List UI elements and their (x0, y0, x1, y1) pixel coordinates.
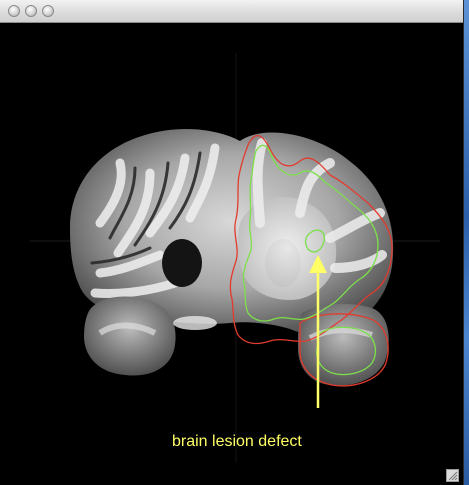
image-viewer-window: brain lesion defect (0, 0, 464, 485)
brain-mri-image (30, 53, 440, 463)
temporal-lobe-left (84, 296, 176, 376)
window-titlebar[interactable] (0, 0, 463, 23)
left-ventricle (162, 239, 202, 287)
minimize-button[interactable] (25, 5, 37, 17)
brainstem-highlight (173, 316, 217, 330)
zoom-button[interactable] (42, 5, 54, 17)
close-button[interactable] (8, 5, 20, 17)
resize-grip-icon[interactable] (446, 469, 459, 482)
mri-viewport[interactable]: brain lesion defect (0, 23, 463, 485)
annotation-label: brain lesion defect (172, 433, 302, 450)
